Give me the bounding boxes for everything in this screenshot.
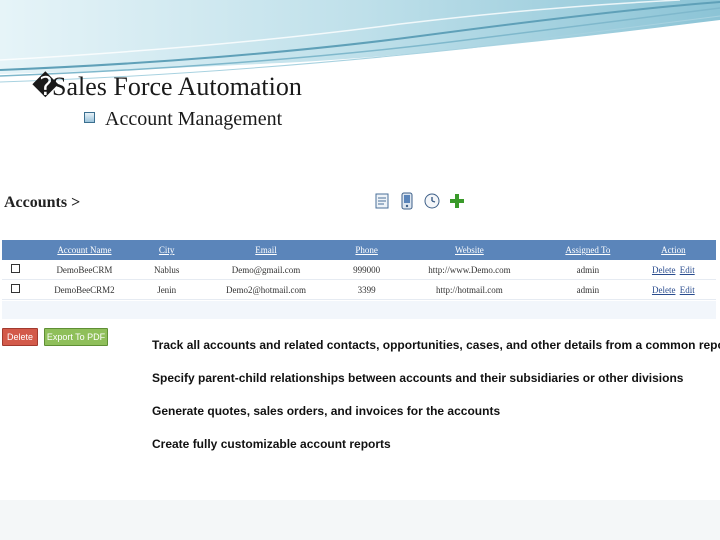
table-header-row: Account Name City Email Phone Website As…	[2, 240, 716, 260]
feature-item: Generate quotes, sales orders, and invoi…	[152, 404, 501, 418]
col-phone[interactable]: Phone	[339, 240, 394, 260]
row-checkbox[interactable]	[10, 264, 20, 273]
cell-assigned-to: admin	[545, 279, 631, 300]
cell-phone: 999000	[339, 260, 394, 280]
add-icon[interactable]	[449, 192, 465, 210]
document-icon[interactable]	[374, 192, 390, 210]
cell-city: Nablus	[140, 260, 193, 280]
table-footer-strip	[2, 301, 716, 319]
table-row: DemoBeeCRM Nablus Demo@gmail.com 999000 …	[2, 260, 716, 280]
cell-account-name[interactable]: DemoBeeCRM	[28, 260, 141, 280]
feature-list: Track all accounts and related contacts,…	[152, 338, 720, 470]
row-checkbox[interactable]	[10, 284, 20, 293]
delete-link[interactable]: Delete	[652, 285, 675, 295]
row-select-cell	[2, 279, 28, 300]
clock-icon[interactable]	[424, 192, 440, 210]
accounts-table: Account Name City Email Phone Website As…	[2, 240, 716, 300]
accounts-breadcrumb[interactable]: Accounts >	[4, 194, 80, 212]
feature-item: Specify parent-child relationships betwe…	[152, 371, 684, 385]
cell-email: Demo2@hotmail.com	[192, 279, 340, 300]
row-select-cell	[2, 260, 28, 280]
delete-link[interactable]: Delete	[652, 265, 675, 275]
slide-title-text: Sales Force Automation	[52, 72, 302, 101]
slide-subtitle-text: Account Management	[105, 108, 283, 130]
table-row: DemoBeeCRM2 Jenin Demo2@hotmail.com 3399…	[2, 279, 716, 300]
col-assigned-to[interactable]: Assigned To	[545, 240, 631, 260]
slide-subtitle: Account Management	[84, 108, 282, 131]
col-action: Action	[630, 240, 716, 260]
col-account-name[interactable]: Account Name	[28, 240, 141, 260]
edit-link[interactable]: Edit	[680, 265, 695, 275]
cell-website: http://www.Demo.com	[393, 260, 545, 280]
edit-link[interactable]: Edit	[680, 285, 695, 295]
cell-website: http://hotmail.com	[393, 279, 545, 300]
cell-account-name[interactable]: DemoBeeCRM2	[28, 279, 141, 300]
cell-action: Delete Edit	[630, 260, 716, 280]
mobile-icon[interactable]	[399, 192, 415, 210]
cell-assigned-to: admin	[545, 260, 631, 280]
cell-email: Demo@gmail.com	[192, 260, 340, 280]
cell-phone: 3399	[339, 279, 394, 300]
col-website[interactable]: Website	[393, 240, 545, 260]
accounts-screenshot: Accounts > Account Name City Email Phone…	[0, 182, 720, 500]
title-glyph: �	[32, 72, 59, 101]
header-checkbox	[2, 240, 28, 260]
cell-city: Jenin	[140, 279, 193, 300]
bullet-icon	[84, 112, 95, 123]
cell-action: Delete Edit	[630, 279, 716, 300]
feature-item: Create fully customizable account report…	[152, 437, 391, 451]
toolbar	[374, 192, 465, 210]
slide-title: �Sales Force Automation	[32, 72, 302, 102]
col-email[interactable]: Email	[192, 240, 340, 260]
feature-item: Track all accounts and related contacts,…	[152, 338, 720, 352]
col-city[interactable]: City	[140, 240, 193, 260]
delete-button[interactable]: Delete	[2, 328, 38, 346]
export-pdf-button[interactable]: Export To PDF	[44, 328, 108, 346]
